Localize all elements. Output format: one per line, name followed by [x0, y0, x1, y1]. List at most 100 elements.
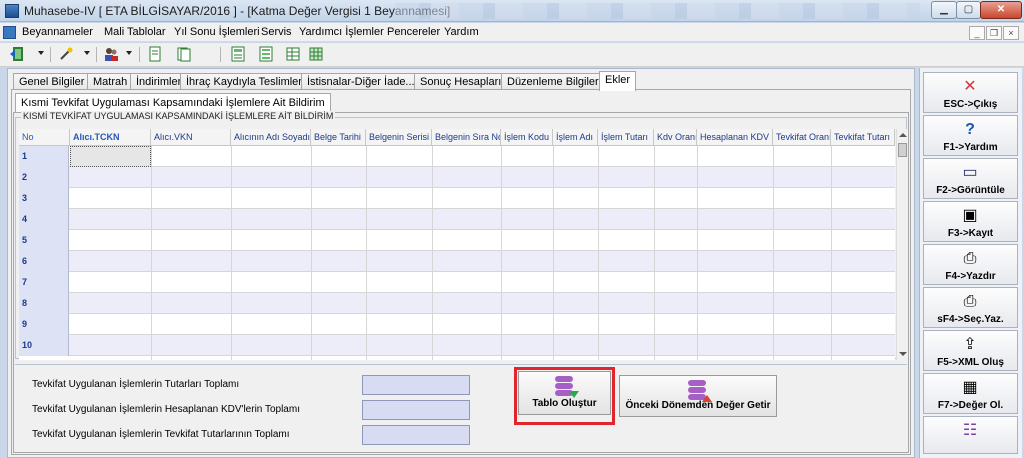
- help-icon: ?: [965, 121, 975, 138]
- column-divider: [311, 146, 312, 360]
- exit-dropdown-arrow[interactable]: [38, 51, 44, 55]
- f7-value-button[interactable]: ▦ F7->Değer Ol.: [923, 373, 1018, 414]
- menu-beyannameler[interactable]: Beyannameler: [22, 26, 93, 38]
- total-amount-field[interactable]: [362, 375, 470, 395]
- table-icon[interactable]: [285, 46, 301, 62]
- f8-list-button[interactable]: ☷: [923, 416, 1018, 454]
- menu-yardimci-islemler[interactable]: Yardımcı İşlemler: [299, 26, 384, 38]
- menu-servis[interactable]: Servis: [261, 26, 292, 38]
- total-kdv-field[interactable]: [362, 400, 470, 420]
- highlight-frame: [514, 367, 615, 425]
- maximize-button[interactable]: ▢: [956, 1, 981, 19]
- monitor-icon: ▭: [962, 164, 978, 181]
- floppy-disk-icon: ▣: [962, 207, 978, 224]
- function-key-panel: ✕ ESC->Çıkış ? F1->Yardım ▭ F2->Görüntül…: [919, 68, 1022, 458]
- toolbar-separator: [220, 47, 221, 62]
- toolbar-separator: [50, 47, 51, 62]
- xml-export-icon: ⇪: [963, 336, 977, 353]
- f1-help-label: F1->Yardım: [943, 142, 998, 153]
- column-header[interactable]: Belgenin Sıra No: [432, 129, 501, 146]
- row-number: 5: [19, 230, 69, 251]
- app-icon: [5, 4, 19, 18]
- menu-bar: Beyannameler Mali Tablolar Yıl Sonu İşle…: [0, 23, 1024, 42]
- row-number: 9: [19, 314, 69, 335]
- form-icon[interactable]: [230, 46, 246, 62]
- column-header[interactable]: İşlem Kodu: [501, 129, 553, 146]
- menu-yardim[interactable]: Yardım: [444, 26, 479, 38]
- title-bar: Muhasebe-IV [ ETA BİLGİSAYAR/2016 ] - [K…: [0, 0, 1024, 22]
- esc-exit-button[interactable]: ✕ ESC->Çıkış: [923, 72, 1018, 113]
- page-icon[interactable]: [147, 46, 163, 62]
- mdi-restore-button[interactable]: ❐: [986, 26, 1002, 40]
- total-kdv-label: Tevkifat Uygulanan İşlemlerin Hesaplanan…: [32, 404, 300, 415]
- wand-icon[interactable]: [58, 46, 74, 62]
- column-header[interactable]: Alıcı.VKN: [151, 129, 231, 146]
- column-divider: [598, 146, 599, 360]
- row-number: 1: [19, 146, 69, 167]
- total-withholding-field[interactable]: [362, 425, 470, 445]
- close-button[interactable]: ✕: [980, 1, 1022, 19]
- selected-cell[interactable]: [70, 146, 151, 167]
- column-divider: [231, 146, 232, 360]
- users-icon[interactable]: [103, 46, 119, 62]
- exit-icon: ✕: [963, 78, 977, 95]
- row-number: 6: [19, 251, 69, 272]
- column-header[interactable]: Belge Tarihi: [311, 129, 366, 146]
- column-header[interactable]: Hesaplanan KDV: [697, 129, 773, 146]
- column-divider: [831, 146, 832, 360]
- column-header[interactable]: Tevkifat Tutarı: [831, 129, 895, 146]
- column-divider: [151, 146, 152, 360]
- vertical-scrollbar[interactable]: [896, 129, 908, 360]
- scroll-down-arrow[interactable]: [899, 352, 907, 356]
- column-header[interactable]: Kdv Oranı: [654, 129, 697, 146]
- column-divider: [654, 146, 655, 360]
- f2-view-label: F2->Görüntüle: [936, 185, 1005, 196]
- sf4-select-print-button[interactable]: ⎙ sF4->Seç.Yaz.: [923, 287, 1018, 328]
- exit-door-icon[interactable]: [10, 46, 26, 62]
- f7-value-label: F7->Değer Ol.: [937, 400, 1004, 411]
- scroll-thumb[interactable]: [898, 143, 907, 157]
- minimize-button[interactable]: ▁: [931, 1, 957, 19]
- pages-icon[interactable]: [176, 46, 192, 62]
- users-dropdown-arrow[interactable]: [126, 51, 132, 55]
- menu-yil-sonu[interactable]: Yıl Sonu İşlemleri: [174, 26, 260, 38]
- f3-save-button[interactable]: ▣ F3->Kayıt: [923, 201, 1018, 242]
- f3-save-label: F3->Kayıt: [947, 228, 994, 239]
- column-header[interactable]: No: [19, 129, 70, 146]
- column-header[interactable]: Alıcı.TCKN: [70, 129, 151, 146]
- data-grid[interactable]: No Alıcı.TCKN Alıcı.VKN Alıcının Adı Soy…: [19, 129, 895, 360]
- tab-ekler[interactable]: Ekler: [599, 71, 637, 91]
- toolbar: [0, 43, 1024, 67]
- f2-view-button[interactable]: ▭ F2->Görüntüle: [923, 158, 1018, 199]
- column-header[interactable]: Alıcının Adı Soyadı/: [231, 129, 311, 146]
- column-header[interactable]: Belgenin Serisi: [366, 129, 432, 146]
- calculator-icon: ▦: [962, 379, 978, 396]
- mdi-close-button[interactable]: ×: [1003, 26, 1019, 40]
- column-divider: [773, 146, 774, 360]
- f4-print-label: F4->Yazdır: [945, 271, 996, 282]
- grid-icon[interactable]: [308, 46, 324, 62]
- row-number: 8: [19, 293, 69, 314]
- column-divider: [501, 146, 502, 360]
- wand-dropdown-arrow[interactable]: [84, 51, 90, 55]
- f5-xml-button[interactable]: ⇪ F5->XML Oluş: [923, 330, 1018, 371]
- group-box-title: KISMİ TEVKİFAT UYGULAMASI KAPSAMINDAKİ İ…: [21, 111, 336, 121]
- scroll-up-arrow[interactable]: [899, 133, 907, 137]
- column-header[interactable]: İşlem Tutarı: [598, 129, 654, 146]
- menu-mali-tablolar[interactable]: Mali Tablolar: [104, 26, 166, 38]
- f4-print-button[interactable]: ⎙ F4->Yazdır: [923, 244, 1018, 285]
- esc-exit-label: ESC->Çıkış: [943, 99, 998, 110]
- document-icon[interactable]: [3, 26, 16, 39]
- menu-pencereler[interactable]: Pencereler: [387, 26, 440, 38]
- f1-help-button[interactable]: ? F1->Yardım: [923, 115, 1018, 156]
- column-header[interactable]: İşlem Adı: [553, 129, 598, 146]
- subtab-kismi-tevkifat[interactable]: Kısmi Tevkifat Uygulaması Kapsamındaki İ…: [15, 93, 331, 113]
- mdi-minimize-button[interactable]: _: [969, 26, 985, 40]
- form-list-icon[interactable]: [258, 46, 274, 62]
- fetch-previous-period-button[interactable]: Önceki Dönemden Değer Getir: [619, 375, 777, 417]
- fetch-previous-period-label: Önceki Dönemden Değer Getir: [625, 400, 771, 411]
- group-box: KISMİ TEVKİFAT UYGULAMASI KAPSAMINDAKİ İ…: [15, 111, 908, 360]
- column-header[interactable]: Tevkifat Oranı: [773, 129, 831, 146]
- row-number: 3: [19, 188, 69, 209]
- column-divider: [432, 146, 433, 360]
